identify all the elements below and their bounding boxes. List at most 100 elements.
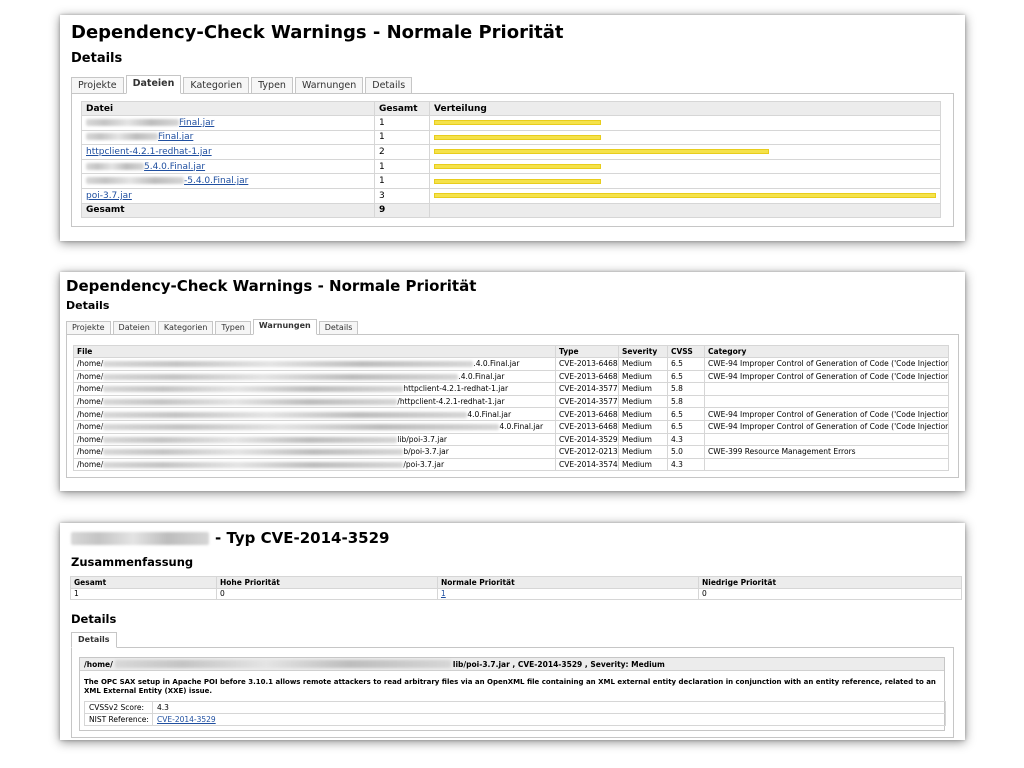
type-cell: CVE-2013-6468 — [555, 357, 619, 371]
cvss-cell: 6.5 — [667, 419, 705, 434]
file-path-cell: /home/lib/poi-3.7.jar — [73, 432, 556, 447]
cvss-cell: 4.3 — [667, 457, 705, 472]
file-path-prefix: /home/ — [77, 460, 104, 470]
file-cell: -5.4.0.Final.jar — [81, 173, 375, 189]
table-row: /home/ .4.0.Final.jar CVE-2013-6468 Medium 6… — [73, 357, 949, 371]
type-cell: CVE-2014-3529 — [555, 432, 619, 447]
tab-bar: Projekte Dateien Kategorien Typen Warnungen D… — [71, 75, 954, 94]
tab-kategorien[interactable]: Kategorien — [157, 321, 214, 335]
table-row: /home/httpclient-4.2.1-redhat-1.jar CVE-2… — [73, 382, 949, 396]
severity-cell: Medium — [618, 432, 668, 447]
reference-label: NIST Reference: — [84, 713, 153, 726]
file-cell: Final.jar — [81, 115, 375, 131]
tab-warnungen[interactable]: Warnungen — [252, 319, 317, 335]
file-path-prefix: /home/ — [77, 397, 104, 407]
table-row: /home/ /poi-3.7.jar CVE-2014-3574 Medium 4.3 — [73, 457, 949, 472]
type-cell: CVE-2014-3577 — [555, 382, 619, 396]
category-cell: CWE-94 Improper Control of Generation of… — [704, 419, 949, 434]
file-cell: 5.4.0.Final.jar — [81, 158, 375, 175]
cvss-cell: 5.0 — [667, 445, 705, 459]
tab-kategorien[interactable]: Kategorien — [183, 77, 250, 94]
file-path-suffix: b/poi-3.7.jar — [403, 447, 449, 457]
tab-dateien[interactable]: Dateien — [125, 75, 182, 94]
score-table: CVSSv2 Score: 4.3 NIST Reference: CVE-20… — [84, 701, 946, 726]
redacted-filename — [86, 118, 179, 126]
file-path-prefix: /home/ — [77, 384, 104, 394]
column-header-gesamt: Gesamt — [374, 101, 430, 116]
distribution-cell — [429, 115, 941, 131]
severity-cell: Medium — [618, 382, 668, 396]
table-row: -5.4.0.Final.jar 1 — [81, 173, 941, 189]
tab-details[interactable]: Details — [318, 321, 359, 335]
severity-cell: Medium — [618, 369, 668, 384]
tab-details[interactable]: Details — [365, 77, 413, 94]
tab-projekte[interactable]: Projekte — [66, 321, 111, 335]
tab-dateien[interactable]: Dateien — [112, 321, 156, 335]
table-row: httpclient-4.2.1-redhat-1.jar 2 — [81, 144, 941, 160]
category-cell — [704, 394, 949, 409]
redacted-project-name — [71, 531, 209, 545]
table-footer-row: Gesamt 9 — [81, 202, 941, 218]
column-header-gesamt: Gesamt — [70, 576, 217, 589]
file-link[interactable]: 5.4.0.Final.jar — [86, 162, 205, 172]
normal-priority-link[interactable]: 1 — [441, 589, 446, 598]
page-title: Dependency-Check Warnings - Normale Prio… — [71, 22, 564, 43]
file-path-suffix: 4.0.Final.jar — [499, 422, 544, 432]
cvss-cell: 5.8 — [667, 382, 705, 396]
file-path-cell: /home/httpclient-4.2.1-redhat-1.jar — [73, 382, 556, 396]
warnings-table: File Type Severity CVSS Category /home/ .4.0.… — [73, 345, 949, 472]
table-row: /home/ /httpclient-4.2.1-redhat-1.jar CVE-… — [73, 394, 949, 409]
page-title: - Typ CVE-2014-3529 — [71, 528, 954, 548]
column-header-datei: Datei — [81, 101, 375, 116]
total-cell: 1 — [374, 115, 430, 131]
tab-content: File Type Severity CVSS Category /home/ .4.0.… — [66, 334, 959, 479]
detail-path-suffix: lib/poi-3.7.jar , CVE-2014-3529 , Severi… — [452, 659, 665, 669]
total-cell: 1 — [374, 173, 430, 189]
type-cell: CVE-2013-6468 — [555, 407, 619, 421]
file-link[interactable]: Final.jar — [86, 132, 193, 142]
file-link[interactable]: poi-3.7.jar — [86, 191, 132, 201]
severity-cell: Medium — [618, 445, 668, 459]
table-header-row: File Type Severity CVSS Category — [73, 345, 949, 358]
file-link[interactable]: -5.4.0.Final.jar — [86, 176, 248, 186]
column-header-normale-prioritat: Normale Priorität — [437, 576, 699, 589]
summary-value-normale-prioritat: 1 — [437, 587, 699, 600]
severity-cell: Medium — [618, 357, 668, 371]
file-cell: httpclient-4.2.1-redhat-1.jar — [81, 144, 375, 160]
nist-reference-link[interactable]: CVE-2014-3529 — [157, 715, 216, 724]
tab-projekte[interactable]: Projekte — [71, 77, 124, 94]
column-header-hohe-prioritat: Hohe Priorität — [216, 576, 438, 589]
type-cell: CVE-2013-6468 — [555, 369, 619, 384]
file-path-cell: /home/ .4.0.Final.jar — [73, 369, 556, 384]
type-cell: CVE-2012-0213 — [555, 445, 619, 459]
tab-typen[interactable]: Typen — [215, 321, 251, 335]
total-label: Gesamt — [81, 202, 375, 218]
table-row: /home/4.0.Final.jar CVE-2013-6468 Medium 6.… — [73, 407, 949, 421]
table-row: Final.jar 1 — [81, 129, 941, 146]
summary-value-hohe-prioritat: 0 — [216, 587, 438, 600]
column-header-verteilung: Verteilung — [429, 101, 941, 116]
tab-details[interactable]: Details — [71, 632, 117, 648]
file-link[interactable]: Final.jar — [86, 118, 214, 128]
category-cell: CWE-94 Improper Control of Generation of… — [704, 407, 949, 421]
cvss-cell: 6.5 — [667, 407, 705, 421]
redacted-path — [103, 386, 404, 393]
files-table: Datei Gesamt Verteilung Final.jar 1 Final.ja… — [81, 101, 941, 218]
files-warnings-panel: Dependency-Check Warnings - Normale Prio… — [60, 15, 965, 241]
file-path-cell: /home/4.0.Final.jar — [73, 407, 556, 421]
tab-content: /home/ lib/poi-3.7.jar , CVE-2014-3529 ,… — [71, 647, 954, 738]
tab-warnungen[interactable]: Warnungen — [294, 77, 364, 94]
tab-typen[interactable]: Typen — [251, 77, 293, 94]
column-header-file: File — [73, 345, 556, 358]
file-link[interactable]: httpclient-4.2.1-redhat-1.jar — [86, 147, 212, 157]
page-title-text: - Typ CVE-2014-3529 — [215, 529, 390, 547]
tab-content: Datei Gesamt Verteilung Final.jar 1 Final.ja… — [71, 93, 954, 227]
section-heading-summary: Zusammenfassung — [71, 555, 194, 569]
tab-bar: Details — [71, 632, 954, 648]
severity-cell: Medium — [618, 407, 668, 421]
tab-bar: Projekte Dateien Kategorien Typen Warnungen D… — [66, 319, 959, 335]
total-cell: 2 — [374, 144, 430, 160]
table-header-row: Datei Gesamt Verteilung — [81, 101, 941, 116]
type-cell: CVE-2013-6468 — [555, 419, 619, 434]
cvss-cell: 5.8 — [667, 394, 705, 409]
